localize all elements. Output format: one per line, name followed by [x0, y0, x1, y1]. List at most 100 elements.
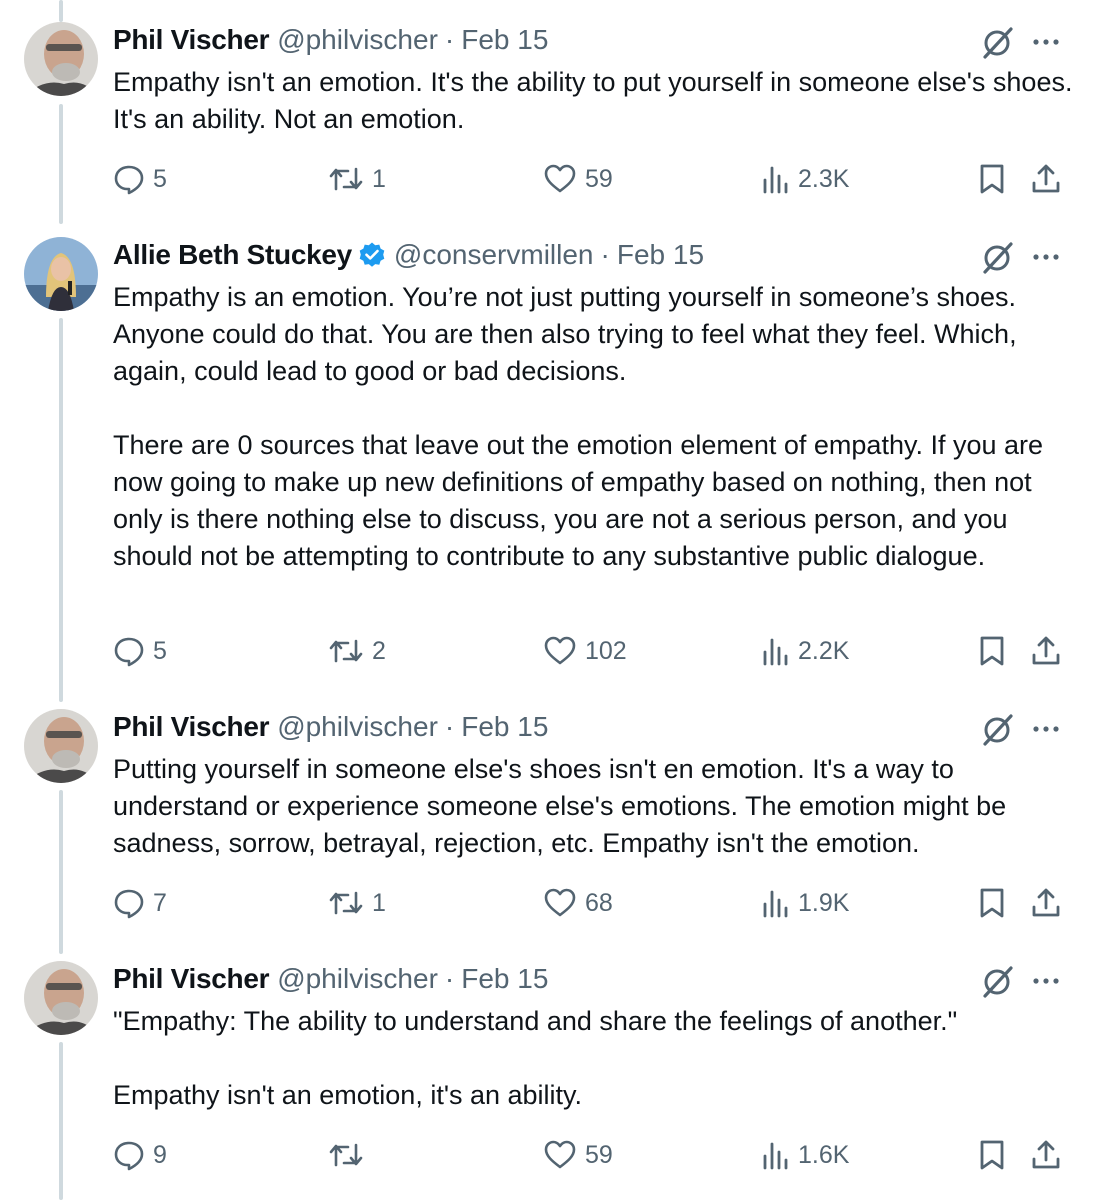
separator-dot: ·	[600, 239, 610, 270]
author-handle[interactable]: @philvischer	[277, 963, 438, 995]
avatar[interactable]	[24, 961, 98, 1035]
like-count: 59	[585, 1140, 613, 1169]
tweet-actions: 5 2 102 2.2K	[0, 631, 1101, 671]
tweet-date[interactable]: Feb 15	[461, 24, 548, 56]
avatar[interactable]	[24, 237, 98, 311]
repost-icon	[329, 1143, 363, 1167]
tweet-text: "Empathy: The ability to understand and …	[113, 1006, 958, 1110]
tweet-actions: 7 1 68 1.9K	[0, 883, 1101, 923]
reply-count: 9	[153, 1140, 167, 1169]
views-count: 1.6K	[798, 1140, 850, 1169]
heart-icon	[544, 1140, 576, 1169]
tweet-actions: 9 59 1.6K	[0, 1135, 1101, 1175]
author-handle[interactable]: @philvischer	[277, 711, 438, 743]
share-icon	[1032, 636, 1060, 665]
avatar[interactable]	[24, 22, 98, 96]
share-button[interactable]	[1030, 159, 1062, 199]
like-count: 68	[585, 888, 613, 917]
like-count: 102	[585, 636, 627, 665]
repost-icon	[329, 891, 363, 915]
views-icon	[763, 890, 788, 918]
share-button[interactable]	[1030, 883, 1062, 923]
author-name[interactable]: Phil Vischer	[113, 711, 269, 743]
verified-badge-icon	[358, 241, 386, 269]
more-icon[interactable]	[1030, 30, 1062, 54]
repost-icon	[329, 167, 363, 191]
avatar[interactable]	[24, 709, 98, 783]
reply-button[interactable]: 5	[113, 159, 167, 199]
like-button[interactable]: 102	[543, 631, 627, 671]
views-button[interactable]: 1.6K	[762, 1135, 849, 1175]
author-name[interactable]: Phil Vischer	[113, 24, 269, 56]
tweet-date[interactable]: Feb 15	[461, 963, 548, 995]
reply-icon	[114, 1141, 144, 1171]
repost-count: 2	[372, 636, 386, 665]
bookmark-button[interactable]	[978, 1135, 1006, 1175]
grok-icon[interactable]	[979, 24, 1015, 60]
more-icon[interactable]	[1030, 245, 1062, 269]
bookmark-icon	[980, 164, 1004, 194]
thread-line	[59, 790, 63, 954]
author-handle[interactable]: @conservmillen	[394, 239, 594, 271]
thread-line	[59, 1042, 63, 1200]
tweet-header: Phil Vischer @philvischer · Feb 15	[113, 22, 981, 58]
bookmark-icon	[980, 888, 1004, 918]
author-handle[interactable]: @philvischer	[277, 24, 438, 56]
reply-icon	[114, 889, 144, 919]
thread-line	[59, 0, 63, 22]
author-name[interactable]: Allie Beth Stuckey	[113, 239, 352, 271]
grok-icon[interactable]	[979, 963, 1015, 999]
reply-icon	[114, 637, 144, 667]
tweet-header: Phil Vischer @philvischer · Feb 15	[113, 961, 981, 997]
views-button[interactable]: 2.2K	[762, 631, 849, 671]
reply-button[interactable]: 5	[113, 631, 167, 671]
separator-dot: ·	[444, 24, 455, 55]
heart-icon	[544, 164, 576, 193]
tweet-date[interactable]: Feb 15	[617, 239, 704, 271]
like-count: 59	[585, 164, 613, 193]
reply-button[interactable]: 7	[113, 883, 167, 923]
repost-button[interactable]	[328, 1135, 372, 1175]
bookmark-button[interactable]	[978, 631, 1006, 671]
tweet-header: Allie Beth Stuckey @conservmillen · Feb …	[113, 237, 981, 273]
share-icon	[1032, 888, 1060, 917]
views-count: 1.9K	[798, 888, 850, 917]
more-icon[interactable]	[1030, 969, 1062, 993]
tweet-text: Putting yourself in someone else's shoes…	[113, 754, 1007, 858]
repost-button[interactable]: 1	[328, 883, 386, 923]
tweet-text: Empathy is an emotion. You’re not just p…	[113, 282, 1044, 571]
repost-button[interactable]: 1	[328, 159, 386, 199]
like-button[interactable]: 68	[543, 883, 613, 923]
share-button[interactable]	[1030, 1135, 1062, 1175]
tweet-actions: 5 1 59 2.3K	[0, 159, 1101, 199]
bookmark-icon	[980, 1140, 1004, 1170]
views-button[interactable]: 1.9K	[762, 883, 849, 923]
views-count: 2.3K	[798, 164, 850, 193]
separator-dot: ·	[444, 963, 455, 994]
share-button[interactable]	[1030, 631, 1062, 671]
views-count: 2.2K	[798, 636, 850, 665]
tweet-header: Phil Vischer @philvischer · Feb 15	[113, 709, 981, 745]
grok-icon[interactable]	[979, 239, 1015, 275]
tweet-date[interactable]: Feb 15	[461, 711, 548, 743]
tweet-text: Empathy isn't an emotion. It's the abili…	[113, 67, 1073, 134]
like-button[interactable]: 59	[543, 1135, 613, 1175]
share-icon	[1032, 164, 1060, 193]
reply-count: 7	[153, 888, 167, 917]
repost-count: 1	[372, 888, 386, 917]
bookmark-button[interactable]	[978, 883, 1006, 923]
bookmark-button[interactable]	[978, 159, 1006, 199]
repost-icon	[329, 639, 363, 663]
more-icon[interactable]	[1030, 717, 1062, 741]
like-button[interactable]: 59	[543, 159, 613, 199]
share-icon	[1032, 1140, 1060, 1169]
separator-dot: ·	[444, 711, 455, 742]
views-icon	[763, 166, 788, 194]
grok-icon[interactable]	[979, 711, 1015, 747]
heart-icon	[544, 888, 576, 917]
author-name[interactable]: Phil Vischer	[113, 963, 269, 995]
views-icon	[763, 1142, 788, 1170]
reply-button[interactable]: 9	[113, 1135, 167, 1175]
views-button[interactable]: 2.3K	[762, 159, 849, 199]
repost-button[interactable]: 2	[328, 631, 386, 671]
